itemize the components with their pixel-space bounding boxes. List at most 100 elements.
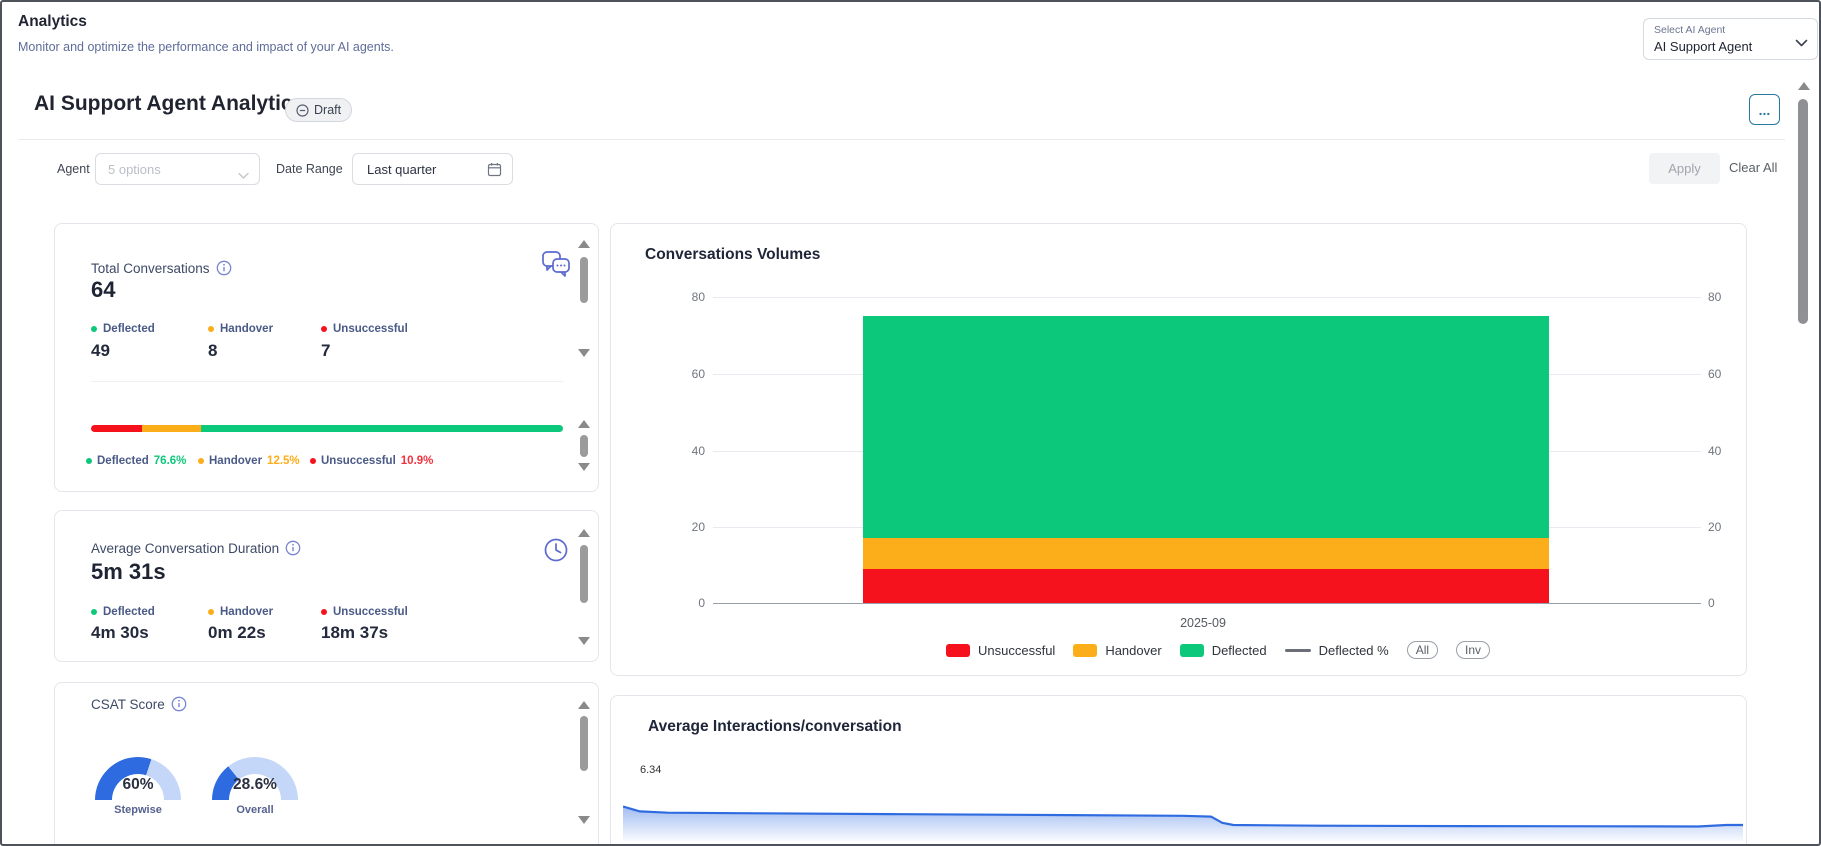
total-conversations-card: Total Conversations 64 Deflected Handove… [54,223,599,492]
date-range-filter-label: Date Range [276,162,343,176]
y-tick-right: 0 [1708,596,1715,610]
select-ai-agent-value: AI Support Agent [1654,39,1753,54]
y-tick-right: 20 [1708,520,1722,534]
date-range-value: Last quarter [367,162,437,177]
y-tick-right: 60 [1708,367,1722,381]
x-axis-label: 2025-09 [1180,616,1226,630]
more-options-button[interactable]: ... [1749,94,1780,125]
deflected-dot-icon [91,326,97,332]
distribution-bar-segment-unsuccessful [91,425,143,432]
unsuccessful-pct-legend: Unsuccessful 10.9% [310,455,433,467]
interactions-area-chart[interactable] [623,796,1743,841]
y-tick-left: 40 [691,444,705,458]
scroll-up-icon[interactable] [1798,82,1810,90]
handover-dot-icon [208,326,214,332]
legend-item-unsuccessful[interactable]: Unsuccessful [946,643,1055,658]
y-tick-right: 80 [1708,290,1722,304]
calendar-icon [487,162,502,182]
avg-interactions-title: Average Interactions/conversation [648,718,902,735]
analytics-page: Analytics Monitor and optimize the perfo… [0,0,1821,846]
scroll-up-icon[interactable] [578,701,590,709]
deflected-swatch-icon [1179,643,1204,657]
card-scrollbar-thumb[interactable] [580,545,588,603]
handover-pct-legend: Handover 12.5% [198,455,300,467]
scroll-down-icon[interactable] [578,816,590,824]
unsuccessful-pct-value: 10.9% [400,455,434,467]
bar-segment-unsuccessful[interactable] [863,568,1549,603]
unsuccessful-legend: Unsuccessful [321,323,408,335]
total-conversations-value: 64 [91,277,116,302]
scroll-down-icon[interactable] [578,463,590,471]
scroll-down-icon[interactable] [578,349,590,357]
csat-title: CSAT Score [91,696,165,712]
handover-swatch-icon [1073,643,1098,657]
toolbar-divider [18,139,1785,140]
unsuccessful-count: 7 [321,341,331,360]
bar-segment-handover[interactable] [863,537,1549,569]
deflected-pct-value: 76.6% [153,455,187,467]
handover-pct-value: 12.5% [267,455,300,467]
legend-all-button[interactable]: All [1406,641,1439,659]
page-title: Analytics [18,13,87,30]
avg-duration-title: Average Conversation Duration [91,540,280,556]
handover-duration: 0m 22s [208,623,266,642]
deflected-dot-icon [86,458,92,464]
avg-duration-card: Average Conversation Duration 5m 31s Def… [54,510,599,662]
distribution-bar-segment-deflected [201,425,563,432]
clear-all-button[interactable]: Clear All [1729,160,1777,175]
distribution-bar-segment-handover [142,425,202,432]
date-range-picker[interactable]: Last quarter [352,153,513,185]
bar-segment-deflected[interactable] [863,316,1549,538]
deflected-dot-icon [91,609,97,615]
handover-count: 8 [208,341,218,360]
deflected-legend: Deflected [91,606,155,618]
y-tick-left: 60 [691,367,705,381]
deflected-legend: Deflected [91,323,155,335]
scroll-down-icon[interactable] [578,637,590,645]
overall-gauge-value: 28.6% [233,776,277,793]
chart-legend: Unsuccessful Handover Deflected Deflecte… [946,641,1491,659]
clock-icon [543,537,569,568]
unsuccessful-duration: 18m 37s [321,623,389,642]
legend-inv-button[interactable]: Inv [1456,641,1491,659]
unsuccessful-dot-icon [310,458,316,464]
card-scrollbar-thumb[interactable] [580,435,588,457]
card-scrollbar-thumb[interactable] [580,257,588,303]
page-scrollbar-thumb[interactable] [1798,99,1808,324]
legend-item-handover[interactable]: Handover [1073,643,1162,658]
overall-gauge-label: Overall [236,804,274,816]
y-tick-left: 20 [691,520,705,534]
scroll-up-icon[interactable] [578,420,590,428]
scroll-up-icon[interactable] [578,240,590,248]
legend-item-deflected-pct[interactable]: Deflected % [1284,643,1389,658]
handover-legend: Handover [208,606,273,618]
scroll-up-icon[interactable] [578,529,590,537]
card-scrollbar-thumb[interactable] [580,716,588,771]
y-tick-left: 0 [698,596,705,610]
page-subtitle: Monitor and optimize the performance and… [18,40,394,54]
agent-filter-label: Agent [57,162,90,176]
handover-legend: Handover [208,323,273,335]
y-tick-left: 80 [691,290,705,304]
avg-duration-title-row: Average Conversation Duration [91,540,301,556]
info-icon[interactable] [171,696,187,712]
line-swatch-icon [1284,648,1311,652]
apply-button[interactable]: Apply [1649,153,1720,184]
unsuccessful-dot-icon [321,609,327,615]
distribution-bar [91,425,563,432]
first-point-label: 6.34 [640,764,662,776]
agent-filter-select[interactable]: 5 options [95,153,260,185]
info-icon[interactable] [216,260,232,276]
chevron-down-icon [1795,35,1808,53]
unsuccessful-legend: Unsuccessful [321,606,408,618]
info-icon[interactable] [285,540,301,556]
avg-interactions-panel: Average Interactions/conversation 6.34 [610,695,1747,844]
stepwise-gauge-value: 60% [122,776,154,793]
card-divider [91,381,563,382]
select-ai-agent-dropdown[interactable]: Select AI Agent AI Support Agent [1643,18,1818,60]
conversations-volumes-panel: Conversations Volumes 80 60 40 20 0 80 6… [610,223,1747,676]
status-badge-label: Draft [314,103,342,117]
legend-item-deflected[interactable]: Deflected [1179,643,1267,658]
deflected-count: 49 [91,341,110,360]
y-tick-right: 40 [1708,444,1722,458]
